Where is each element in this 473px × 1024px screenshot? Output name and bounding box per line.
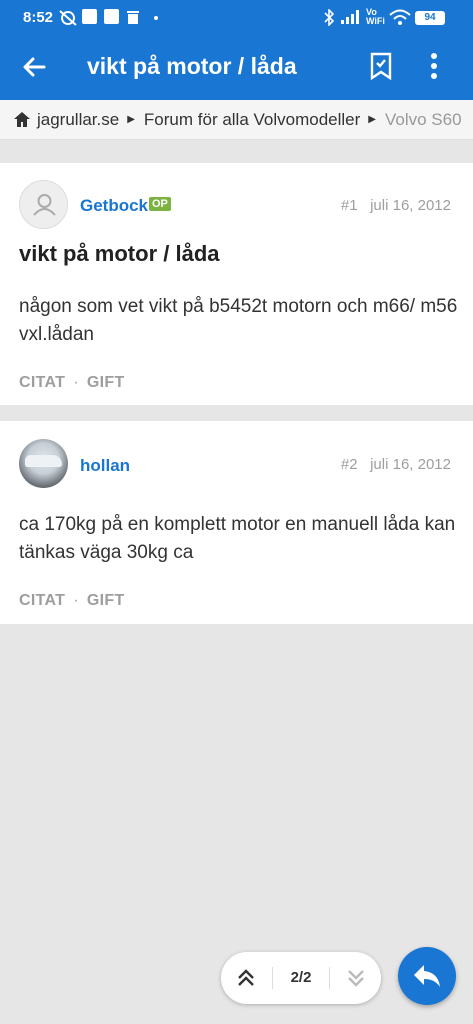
bookmark-check-icon[interactable]	[368, 51, 394, 81]
breadcrumb-item[interactable]: jagrullar.se	[37, 110, 119, 130]
status-bar: 8:52 Vo WiFi 94	[0, 0, 473, 34]
breadcrumb-item[interactable]: Volvo S60	[385, 110, 462, 130]
trash-icon	[127, 11, 139, 24]
divider	[329, 967, 330, 989]
reply-icon	[414, 965, 440, 987]
battery-icon: 94	[415, 11, 445, 25]
post-author[interactable]: Getbock	[80, 196, 148, 216]
back-arrow-icon[interactable]	[18, 51, 50, 83]
post-meta: #2 juli 16, 2012	[341, 456, 451, 473]
post-title: vikt på motor / låda	[19, 241, 220, 266]
notification-icon	[104, 9, 119, 24]
caret-right-icon: ▶	[127, 114, 135, 125]
post-actions: CITAT · GIFT	[19, 374, 125, 392]
breadcrumb-item[interactable]: Forum för alla Volvomodeller	[144, 110, 360, 130]
app-bar: vikt på motor / låda	[0, 34, 473, 100]
notification-icon	[82, 9, 97, 24]
post-date: juli 16, 2012	[370, 456, 451, 473]
post-author[interactable]: hollan	[80, 456, 130, 476]
quote-button[interactable]: CITAT	[19, 592, 65, 609]
post-body: ca 170kg på en komplett motor en manuell…	[19, 514, 456, 563]
thread-title: vikt på motor / låda	[87, 53, 297, 79]
post: Getbock OP #1 juli 16, 2012 vikt på moto…	[0, 163, 473, 405]
separator: ·	[73, 374, 79, 391]
post-meta: #1 juli 16, 2012	[341, 197, 451, 214]
avatar[interactable]	[19, 439, 68, 488]
more-options-icon[interactable]	[428, 51, 440, 81]
page-navigator: 2/2	[221, 952, 381, 1004]
post-number: #1	[340, 197, 358, 214]
post-actions: CITAT · GIFT	[19, 592, 125, 610]
wifi-icon	[389, 9, 411, 25]
reply-button[interactable]	[398, 947, 456, 1005]
bluetooth-icon	[324, 9, 335, 26]
home-icon[interactable]	[13, 111, 31, 128]
alarm-off-icon	[59, 10, 77, 26]
separator: ·	[73, 592, 79, 609]
caret-right-icon: ▶	[368, 114, 376, 125]
gift-button[interactable]: GIFT	[87, 592, 125, 609]
status-time: 8:52	[23, 9, 54, 26]
post: hollan #2 juli 16, 2012 ca 170kg på en k…	[0, 421, 473, 624]
op-badge: OP	[149, 197, 171, 211]
car-image	[25, 455, 62, 467]
gift-button[interactable]: GIFT	[87, 374, 125, 391]
last-page-icon[interactable]	[345, 966, 367, 990]
post-date: juli 16, 2012	[370, 197, 451, 214]
dot-icon	[154, 16, 158, 20]
user-placeholder-icon	[33, 194, 56, 216]
post-number: #2	[340, 456, 358, 473]
signal-icon	[341, 10, 359, 24]
avatar[interactable]	[19, 180, 68, 229]
vowifi-label: Vo WiFi	[366, 7, 385, 26]
quote-button[interactable]: CITAT	[19, 374, 65, 391]
post-body: någon som vet vikt på b5452t motorn och …	[19, 296, 458, 345]
breadcrumb: jagrullar.se ▶ Forum för alla Volvomodel…	[0, 100, 473, 140]
